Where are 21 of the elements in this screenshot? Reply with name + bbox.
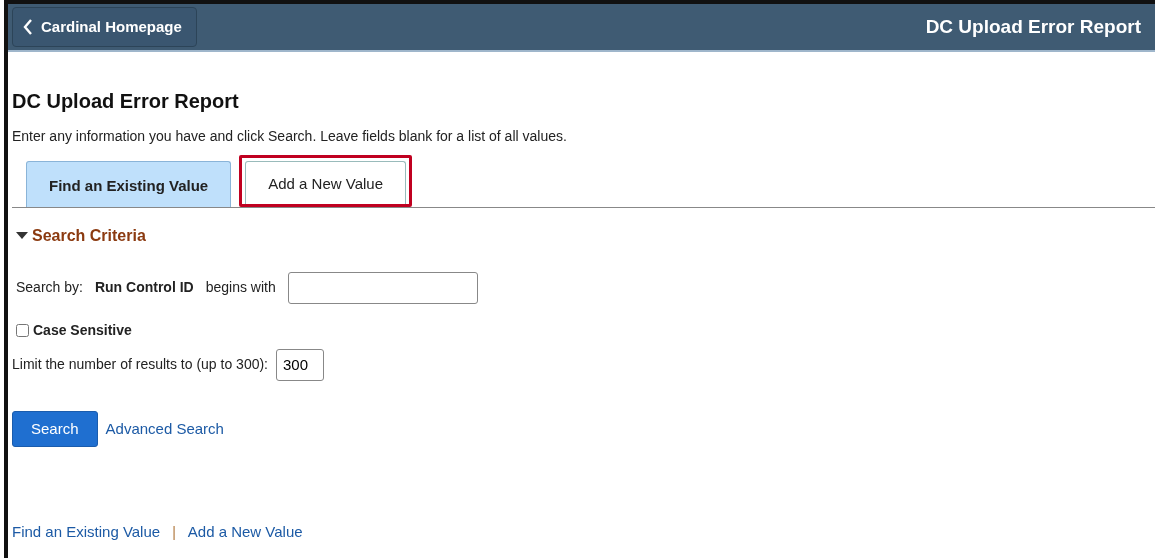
footer-link[interactable]: Add a New Value xyxy=(187,521,303,544)
run-control-id-field[interactable] xyxy=(287,271,478,304)
back-button[interactable]: Cardinal Homepage xyxy=(12,6,197,48)
link-separator: | xyxy=(172,522,176,542)
search-button[interactable]: Search xyxy=(12,410,98,447)
page-title: DC Upload Error Report xyxy=(12,89,240,114)
footer-link[interactable]: Find an Existing Value xyxy=(12,521,161,544)
field-label: Run Control ID xyxy=(94,278,194,297)
operator-label: begins with xyxy=(205,278,276,297)
section-header[interactable]: Search Criteria xyxy=(16,223,1155,248)
search-by-label: Search by: xyxy=(16,278,83,297)
tab[interactable]: Add a New Value xyxy=(245,161,406,204)
chevron-left-icon xyxy=(23,19,33,35)
limit-field[interactable]: 300 xyxy=(276,348,324,381)
limit-label: Limit the number of results to (up to 300): xyxy=(12,355,268,374)
instructions-text: Enter any information you have and click Search. Leave fields blank for a list of all values. xyxy=(12,127,568,146)
case-sensitive-label: Case Sensitive xyxy=(33,320,132,340)
case-sensitive-checkbox[interactable] xyxy=(16,323,29,337)
tab[interactable]: Find an Existing Value xyxy=(26,161,232,207)
header-title: DC Upload Error Report xyxy=(925,14,1141,39)
advanced-search-link[interactable]: Advanced Search xyxy=(105,417,224,440)
